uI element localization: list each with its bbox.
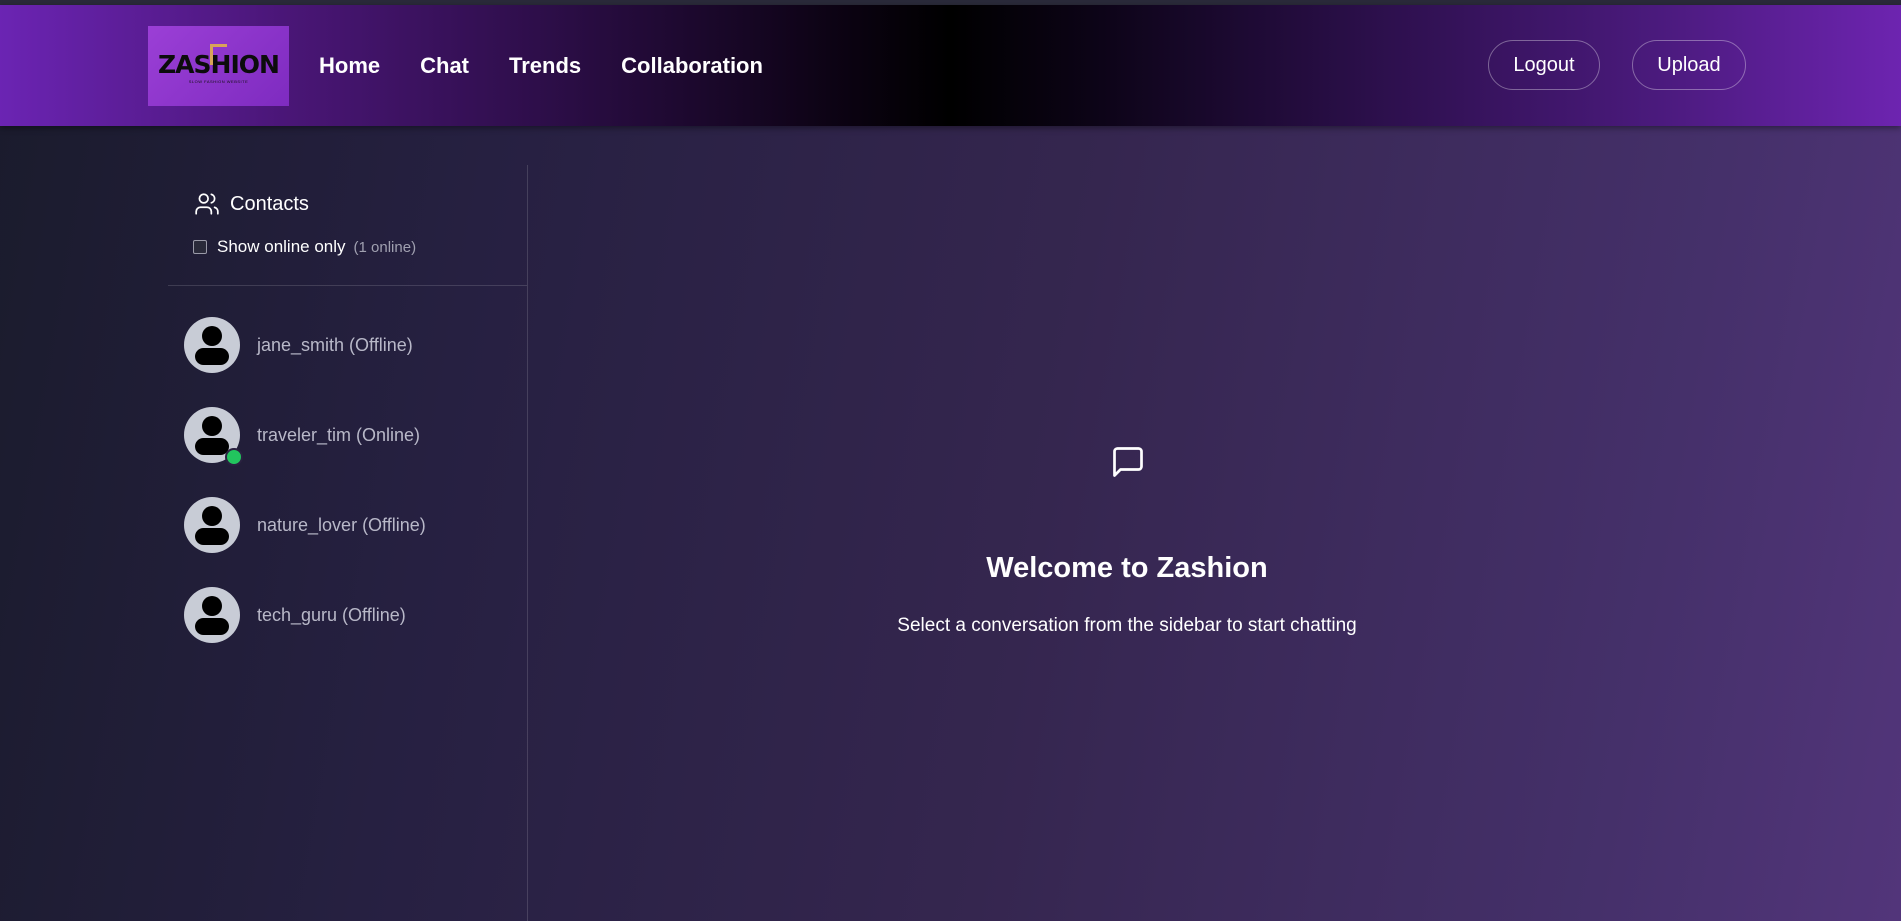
online-count: (1 online) bbox=[353, 238, 417, 256]
top-navbar: ZASHION SLOW FASHION WEBSITE Home Chat T… bbox=[0, 5, 1901, 126]
contact-item[interactable]: traveler_tim (Online) bbox=[184, 405, 514, 466]
upload-button[interactable]: Upload bbox=[1632, 40, 1746, 90]
avatar bbox=[184, 497, 240, 553]
contacts-title: Contacts bbox=[230, 192, 309, 215]
users-icon bbox=[195, 193, 219, 215]
show-online-label: Show online only bbox=[217, 237, 346, 256]
nav-chat-link[interactable]: Chat bbox=[420, 53, 469, 79]
show-online-checkbox[interactable] bbox=[193, 240, 207, 254]
nav-collaboration-link[interactable]: Collaboration bbox=[621, 53, 763, 79]
logo-accent-mark bbox=[210, 44, 227, 65]
contacts-sidebar: Contacts Show online only (1 online) jan… bbox=[168, 165, 528, 921]
chat-bubble-icon bbox=[1113, 447, 1143, 477]
contact-item[interactable]: nature_lover (Offline) bbox=[184, 495, 514, 555]
avatar bbox=[184, 587, 240, 643]
contact-name: tech_guru (Offline) bbox=[257, 604, 406, 625]
contact-name: jane_smith (Offline) bbox=[257, 334, 413, 355]
contact-name: nature_lover (Offline) bbox=[257, 514, 426, 535]
contact-item[interactable]: tech_guru (Offline) bbox=[184, 585, 514, 645]
user-avatar-icon bbox=[184, 497, 240, 553]
contact-item[interactable]: jane_smith (Offline) bbox=[184, 315, 514, 375]
user-avatar-icon bbox=[184, 587, 240, 643]
main-nav: Home Chat Trends Collaboration bbox=[319, 53, 763, 79]
welcome-subtitle: Select a conversation from the sidebar t… bbox=[897, 615, 1357, 636]
avatar bbox=[184, 407, 243, 466]
logo-subtext: SLOW FASHION WEBSITE bbox=[188, 79, 249, 84]
sidebar-divider bbox=[168, 285, 527, 286]
nav-home-link[interactable]: Home bbox=[319, 53, 380, 79]
nav-trends-link[interactable]: Trends bbox=[509, 53, 581, 79]
contacts-header: Contacts bbox=[194, 191, 309, 217]
avatar bbox=[184, 317, 240, 373]
contact-name: traveler_tim (Online) bbox=[257, 424, 421, 445]
zashion-logo[interactable]: ZASHION SLOW FASHION WEBSITE bbox=[148, 26, 289, 106]
online-status-indicator bbox=[225, 448, 243, 466]
logout-button[interactable]: Logout bbox=[1488, 40, 1600, 90]
chat-page: ZASHION SLOW FASHION WEBSITE Home Chat T… bbox=[0, 0, 1901, 921]
chat-empty-state: Welcome to Zashion Select a conversation… bbox=[528, 126, 1901, 921]
user-avatar-icon bbox=[184, 317, 240, 373]
welcome-title: Welcome to Zashion bbox=[986, 552, 1268, 584]
online-filter[interactable]: Show online only (1 online) bbox=[193, 237, 416, 257]
